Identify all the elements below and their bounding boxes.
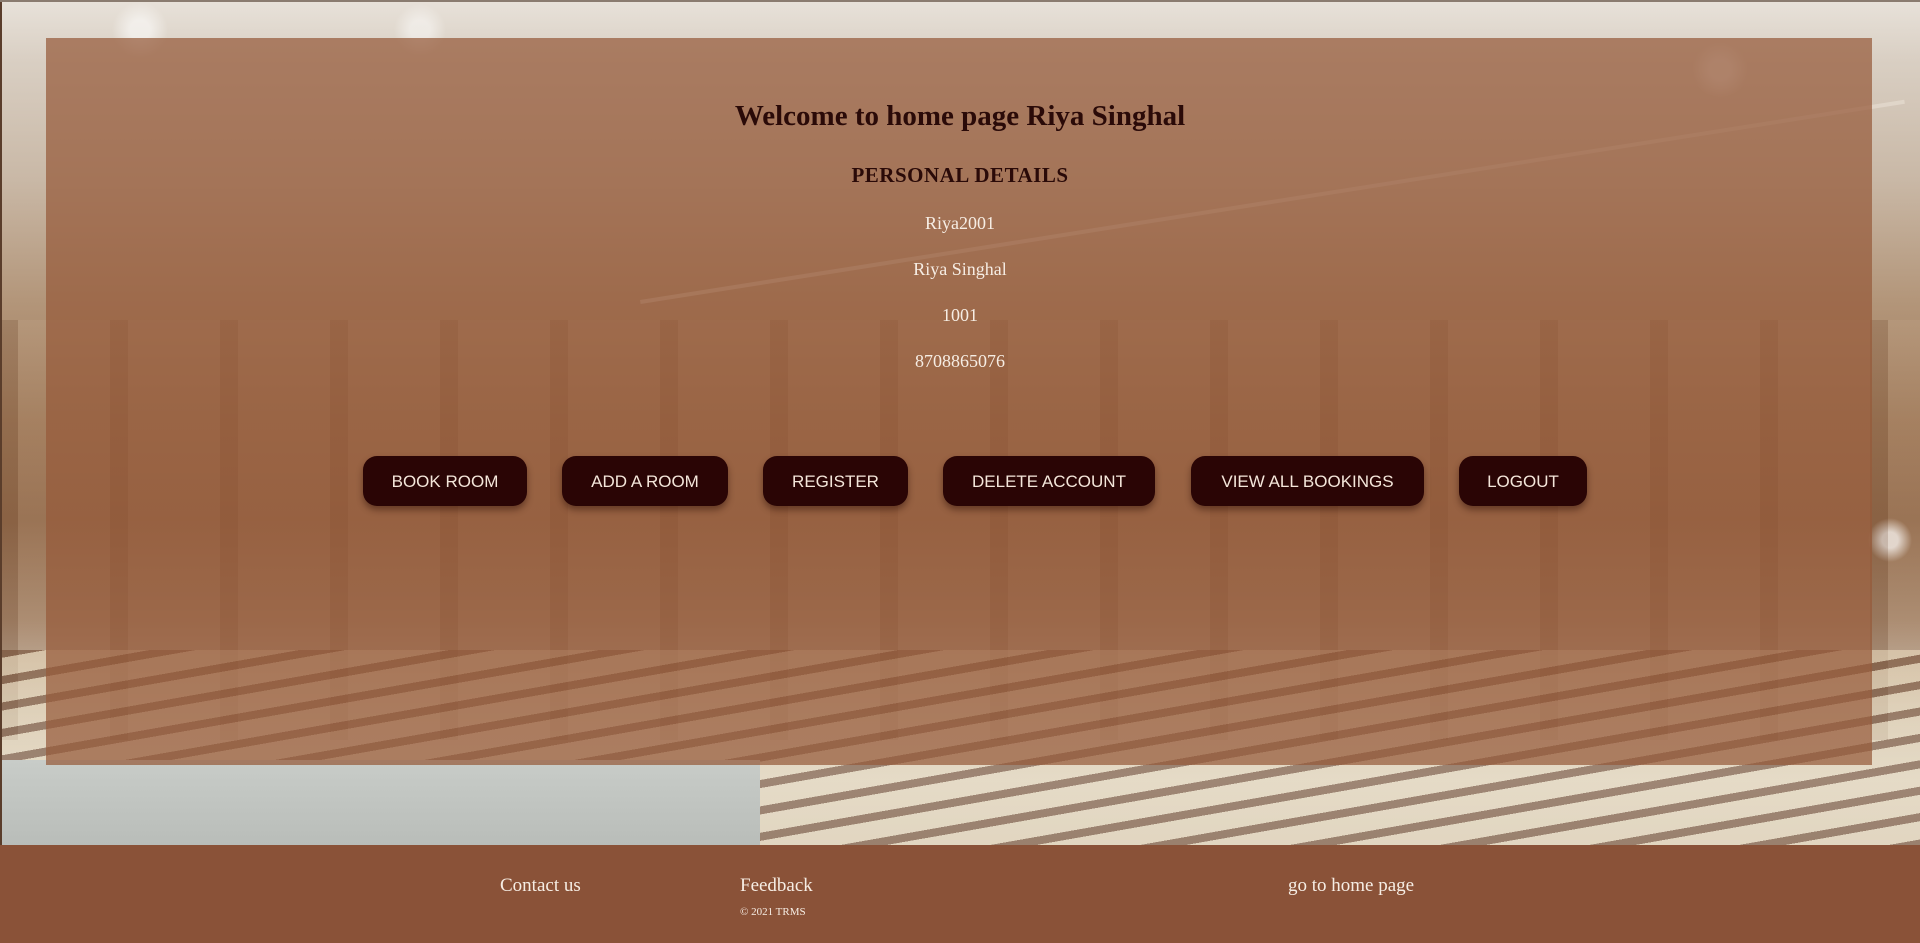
footer: Contact us Feedback © 2021 TRMS go to ho… [0,845,1920,943]
register-button[interactable]: REGISTER [763,456,908,506]
personal-details-heading: PERSONAL DETAILS [851,163,1069,187]
background-floor [0,760,760,845]
detail-username: Riya2001 [925,213,995,233]
detail-phone: 8708865076 [915,351,1005,371]
page: Welcome to home page Riya Singhal PERSON… [0,0,1920,943]
copyright-text: © 2021 TRMS [740,906,806,918]
view-all-bookings-button[interactable]: VIEW ALL BOOKINGS [1191,456,1424,506]
add-room-button[interactable]: ADD A ROOM [562,456,728,506]
feedback-link[interactable]: Feedback [740,875,813,897]
detail-id: 1001 [942,305,978,325]
book-room-button[interactable]: BOOK ROOM [363,456,527,506]
logout-button[interactable]: LOGOUT [1459,456,1587,506]
content-panel [46,38,1872,765]
contact-us-link[interactable]: Contact us [500,875,581,897]
delete-account-button[interactable]: DELETE ACCOUNT [943,456,1155,506]
detail-full-name: Riya Singhal [913,259,1007,279]
go-to-home-page-link[interactable]: go to home page [1288,875,1414,897]
page-title: Welcome to home page Riya Singhal [734,100,1186,132]
action-button-bar: BOOK ROOM ADD A ROOM REGISTER DELETE ACC… [0,456,1920,506]
window-top-border [0,0,1920,2]
